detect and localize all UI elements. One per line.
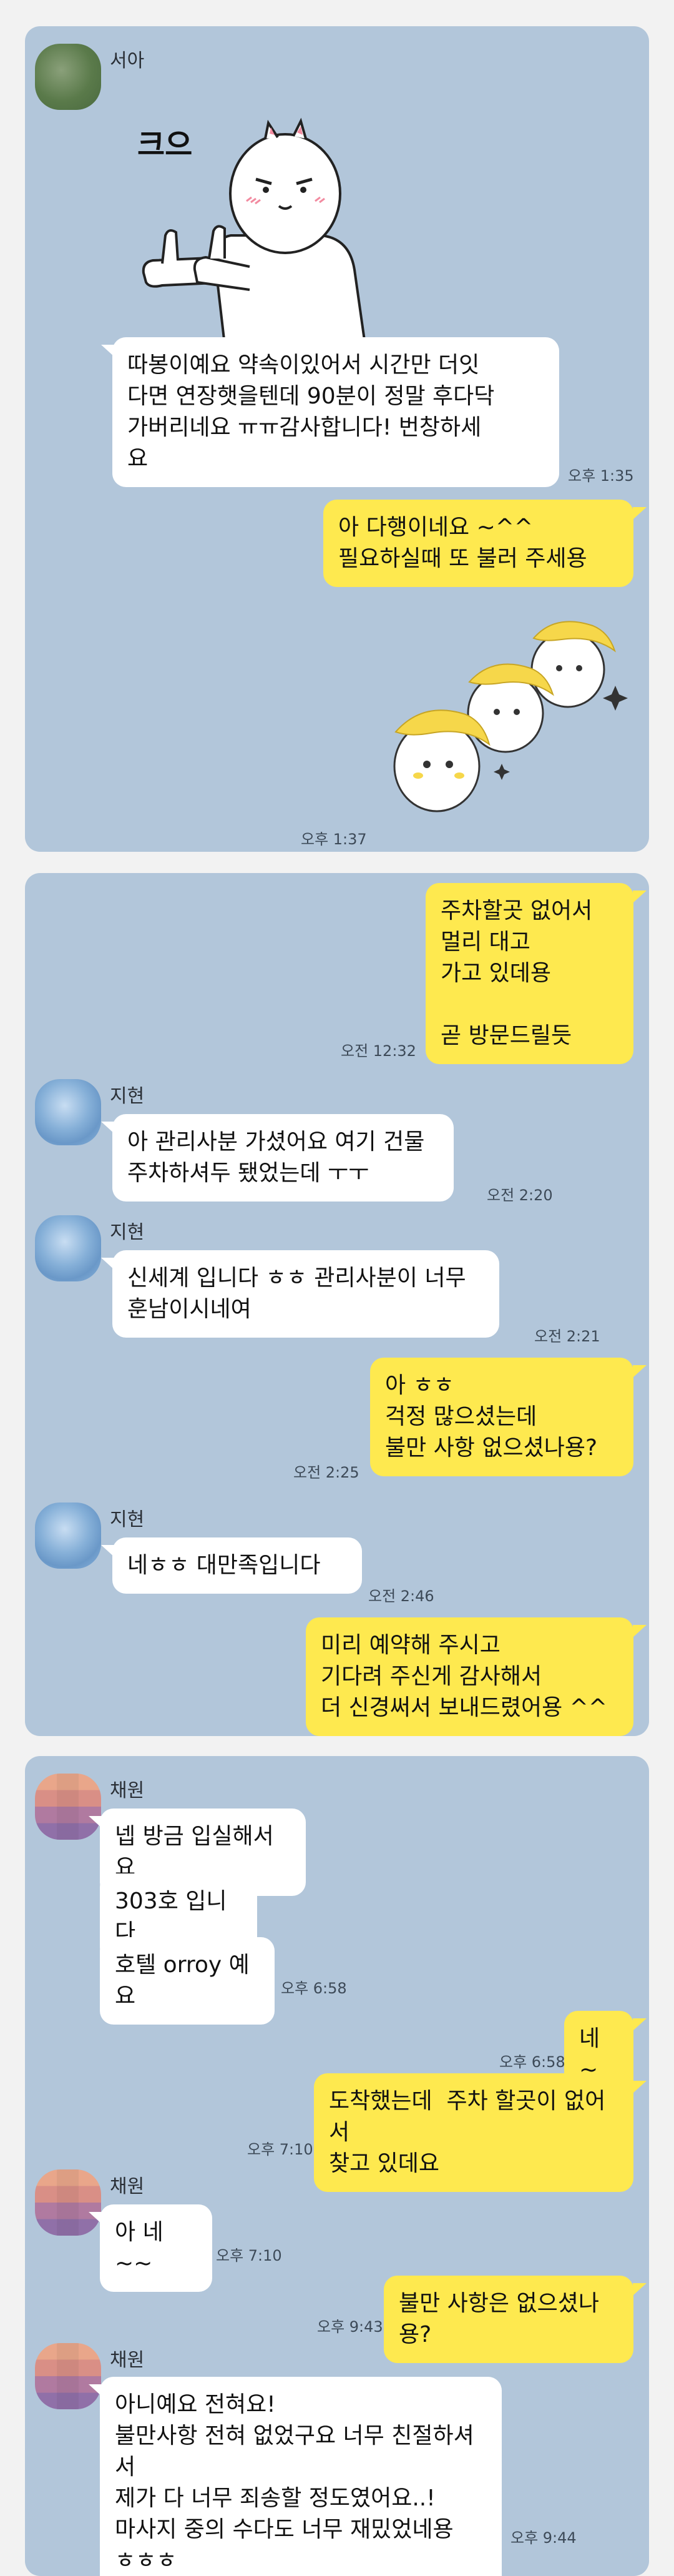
avatar[interactable] [35,2169,101,2236]
bubble-tail [101,1122,115,1134]
sender-name: 채원 [110,2349,145,2371]
message-time: 오후 9:43 [317,2318,383,2336]
bubble-tail [633,1365,647,1378]
message-time: 오후 1:35 [568,467,634,485]
bubble-tail [101,1258,115,1270]
sender-name: 지현 [110,1085,145,1107]
message-bubble[interactable]: 네ㅎㅎ 대만족입니다 [112,1537,362,1594]
message-bubble[interactable]: 아 네~~ [100,2204,212,2292]
sticker-caption: 크으 [137,127,193,162]
sender-name: 채원 [110,2176,145,2198]
message-time: 오전 2:21 [534,1328,600,1345]
message-time: 오후 7:10 [247,2141,313,2158]
bubble-tail [89,2212,102,2224]
message-time: 오후 7:10 [216,2247,282,2264]
bubble-tail [633,2283,647,2296]
bubble-tail [89,2384,102,2397]
message-bubble[interactable]: 따봉이예요 약속이있어서 시간만 더잇 다면 연장햇을텐데 90분이 정말 후다… [112,337,559,487]
banana-character-icon [393,621,628,812]
my-message-bubble[interactable]: 아 다행이네요 ~^^ 필요하실때 또 불러 주세용 [323,500,633,587]
sender-name: 채원 [110,1780,145,1802]
message-time: 오후 6:58 [281,1980,347,1997]
bubble-tail [89,1816,102,1828]
avatar[interactable] [35,1215,101,1281]
message-time: 오후 6:58 [499,2053,565,2071]
message-bubble[interactable]: 호텔 orroy 예요 [100,1937,275,2025]
message-time: 오후 1:37 [301,831,367,848]
chat-panel-3: 채원 넵 방금 입실해서요 303호 입니다 호텔 orroy 예요 오후 6:… [25,1756,649,2576]
message-time: 오전 2:25 [293,1464,359,1481]
thumbs-up-sticker[interactable]: 크으 [106,95,418,357]
bubble-tail [633,507,647,520]
avatar[interactable] [35,1503,101,1569]
message-time: 오전 12:32 [341,1042,416,1060]
bubble-tail [633,2081,647,2093]
bubble-tail [101,345,115,357]
my-message-bubble[interactable]: 미리 예약해 주시고 기다려 주신게 감사해서 더 신경써서 보내드렸어용 ^^ [306,1617,633,1736]
sender-name: 지현 [110,1221,145,1243]
bubble-tail [101,1545,115,1557]
sender-name: 서아 [110,50,145,72]
message-time: 오전 2:20 [487,1187,553,1204]
sender-name: 지현 [110,1509,145,1531]
message-time: 오후 9:44 [510,2529,577,2547]
avatar[interactable] [35,1079,101,1145]
bubble-tail [633,2018,647,2031]
my-message-bubble[interactable]: 불만 사항은 없으셨나용? [384,2276,633,2363]
my-message-bubble[interactable]: 도착했는데 주차 할곳이 없어서 찾고 있데요 [314,2073,633,2192]
message-bubble[interactable]: 아 관리사분 가셨어요 여기 건물 주차하셔두 됐었는데 ㅜㅜ [112,1114,454,1202]
message-bubble[interactable]: 아니예요 전혀요! 불만사항 전혀 없었구요 너무 친절하셔서 제가 다 너무 … [100,2377,502,2576]
chat-panel-2: 주차할곳 없어서 멀리 대고 가고 있데용 곧 방문드릴듯 오전 12:32 지… [25,873,649,1736]
chat-panel-1: 서아 크으 따봉이예요 약속이있어서 시간만 더잇 다면 연장햇을텐데 90분이… [25,26,649,852]
avatar[interactable] [35,1774,101,1840]
my-message-bubble[interactable]: 아 ㅎㅎ 걱정 많으셨는데 불만 사항 없으셨나용? [370,1358,633,1476]
avatar[interactable] [35,2343,101,2409]
bubble-tail [633,1625,647,1637]
message-bubble[interactable]: 신세계 입니다 ㅎㅎ 관리사분이 너무 훈남이시네여 [112,1250,499,1338]
my-message-bubble[interactable]: 주차할곳 없어서 멀리 대고 가고 있데용 곧 방문드릴듯 [426,883,633,1064]
banana-characters-sticker[interactable] [374,601,637,832]
bubble-tail [633,891,647,903]
avatar[interactable] [35,44,101,110]
message-time: 오전 2:46 [368,1587,434,1605]
